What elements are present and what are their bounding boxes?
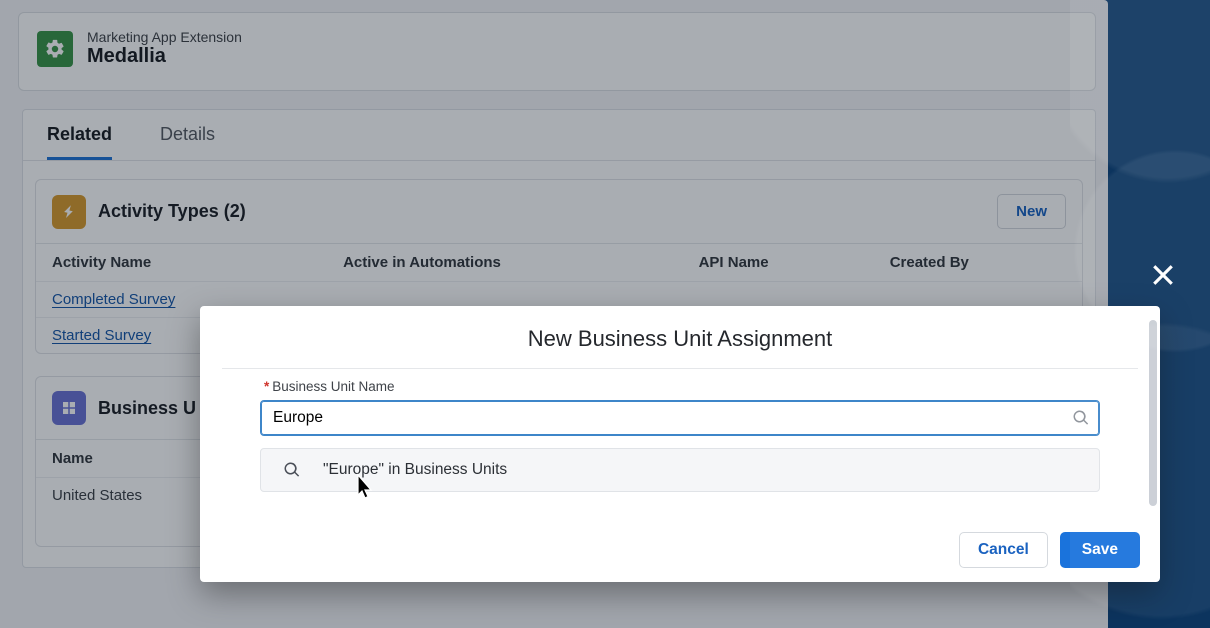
bu-search-result-text: "Europe" in Business Units [323,461,507,479]
modal-scrollbar[interactable] [1149,320,1157,506]
modal-divider [222,368,1138,369]
modal-new-bu-assignment: New Business Unit Assignment *Business U… [200,306,1160,582]
bu-search-result[interactable]: "Europe" in Business Units [261,449,1099,491]
search-icon [1072,409,1090,427]
bu-name-search [260,400,1100,436]
modal-title: New Business Unit Assignment [200,306,1160,368]
required-mark: * [264,379,269,394]
search-icon [283,461,301,479]
bu-name-label-text: Business Unit Name [272,379,394,394]
modal-footer: Cancel Save [959,532,1140,568]
close-icon[interactable] [1148,260,1178,290]
save-button[interactable]: Save [1060,532,1140,568]
bu-name-label: *Business Unit Name [264,379,1160,394]
bu-search-dropdown: "Europe" in Business Units [260,448,1100,492]
bu-name-input[interactable] [260,400,1100,436]
cancel-button[interactable]: Cancel [959,532,1048,568]
